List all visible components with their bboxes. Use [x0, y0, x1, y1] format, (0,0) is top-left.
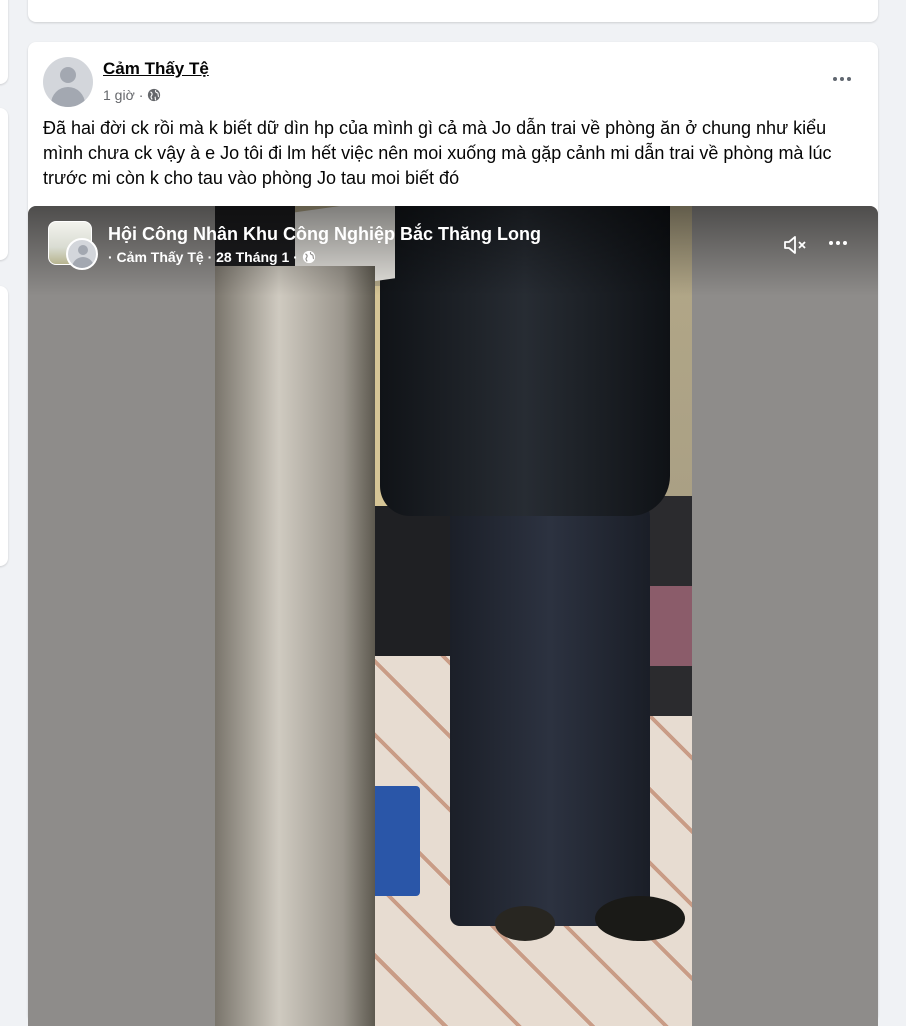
group-name[interactable]: Hội Công Nhân Khu Công Nghiệp Bắc Thăng …: [108, 224, 541, 245]
left-column-card: [0, 0, 8, 84]
previous-post-card: [28, 0, 878, 22]
post-meta: 1 giờ ·: [103, 87, 161, 103]
shared-post-meta-text[interactable]: · Cảm Thấy Tệ · 28 Tháng 1 ·: [108, 249, 298, 265]
post-text: Đã hai đời ck rồi mà k biết dữ dìn hp củ…: [43, 118, 832, 188]
more-horizontal-icon: [829, 241, 847, 245]
globe-icon[interactable]: [302, 250, 316, 264]
shared-video[interactable]: Hội Công Nhân Khu Công Nghiệp Bắc Thăng …: [28, 206, 878, 1026]
video-frame: [215, 206, 692, 1026]
meta-separator: ·: [138, 87, 144, 103]
author-avatar[interactable]: [43, 57, 93, 107]
speaker-muted-icon[interactable]: [780, 230, 810, 260]
group-avatar[interactable]: [48, 221, 98, 270]
left-column-card: [0, 108, 8, 260]
video-more-button[interactable]: [824, 228, 852, 258]
globe-icon[interactable]: [147, 88, 161, 102]
post-card: Cảm Thấy Tệ 1 giờ · Đã hai đời ck rồi mà…: [28, 42, 878, 1026]
author-name[interactable]: Cảm Thấy Tệ: [103, 59, 209, 79]
shared-post-meta: · Cảm Thấy Tệ · 28 Tháng 1 ·: [108, 249, 316, 265]
left-column-card: [0, 286, 8, 566]
more-horizontal-icon: [833, 77, 851, 81]
post-time[interactable]: 1 giờ: [103, 87, 135, 103]
post-more-button[interactable]: [824, 64, 860, 94]
